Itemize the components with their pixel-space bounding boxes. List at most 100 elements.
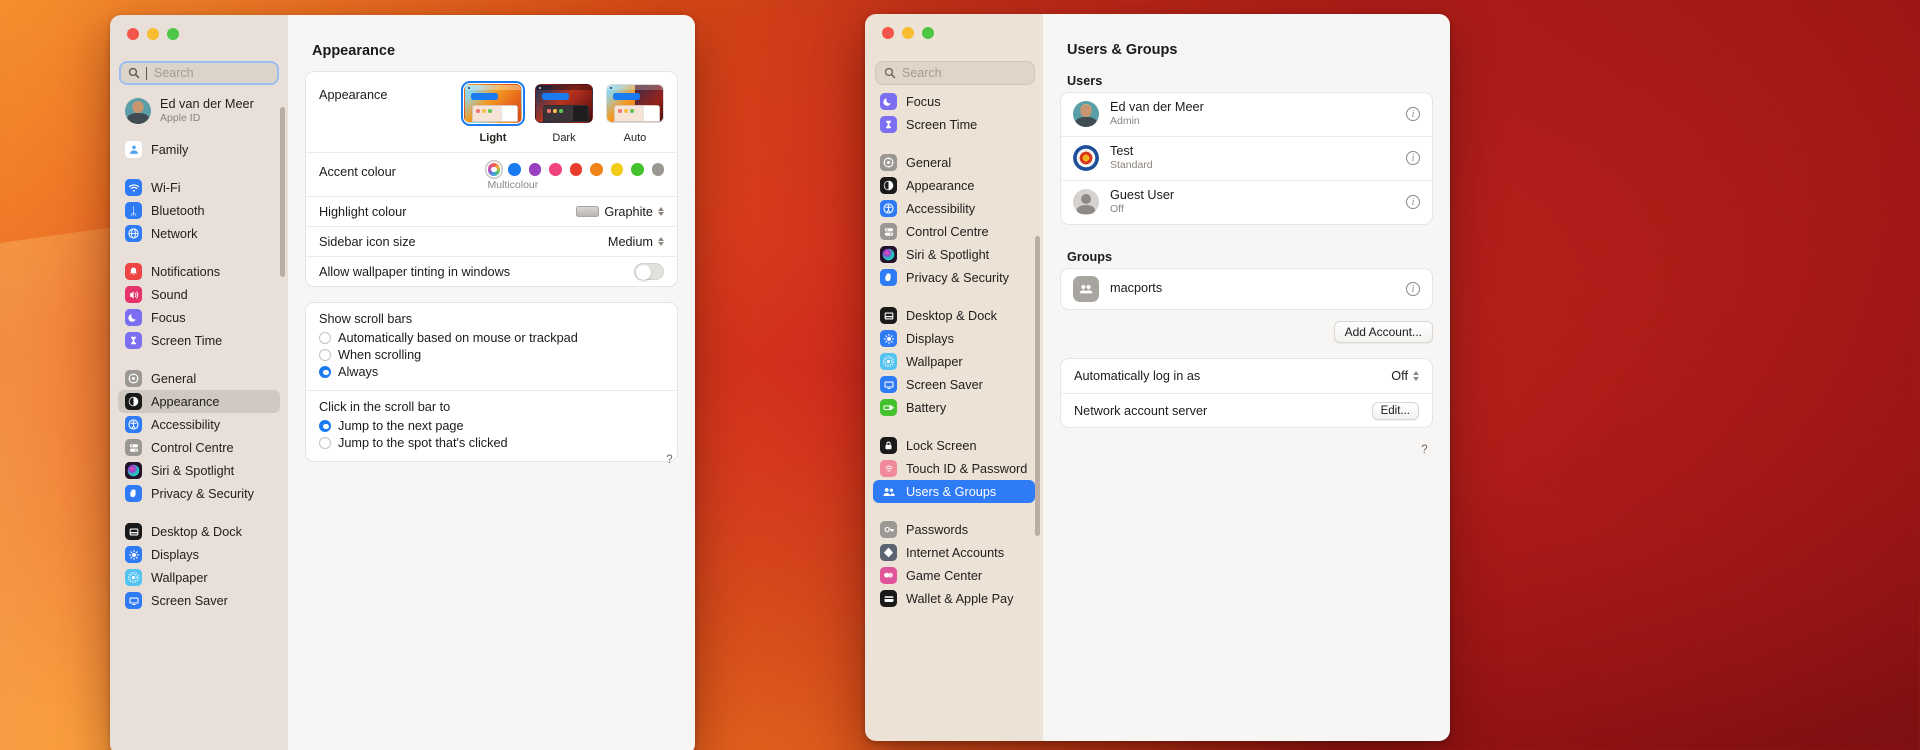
sidebar-list[interactable]: Family Wi-Fi ᛦ Bluetooth Network Notification… bbox=[110, 138, 288, 750]
accent-swatch-blue[interactable] bbox=[508, 163, 521, 176]
search-input[interactable]: Search bbox=[875, 61, 1035, 85]
accent-swatch-pink[interactable] bbox=[549, 163, 562, 176]
wallpaper-tinting-row[interactable]: Allow wallpaper tinting in windows bbox=[306, 256, 677, 286]
accent-swatch-multicolour[interactable] bbox=[487, 163, 500, 176]
accent-swatch-yellow[interactable] bbox=[610, 163, 623, 176]
sidebar-item-screen-saver[interactable]: Screen Saver bbox=[118, 589, 280, 612]
help-button[interactable]: ? bbox=[662, 452, 677, 467]
radio-button[interactable] bbox=[319, 436, 331, 449]
sidebar-item-privacy-security[interactable]: Privacy & Security bbox=[873, 266, 1035, 289]
sidebar-item-battery[interactable]: Battery bbox=[873, 396, 1035, 419]
sidebar-item-bluetooth[interactable]: ᛦ Bluetooth bbox=[118, 199, 280, 222]
users-groups-sidebar[interactable]: Search Focus Screen Time General Appearance… bbox=[865, 14, 1043, 741]
sidebar-item-network[interactable]: Network bbox=[118, 222, 280, 245]
sidebar-scrollbar[interactable] bbox=[1035, 236, 1040, 536]
edit-network-server-button[interactable]: Edit... bbox=[1371, 401, 1419, 420]
sidebar-list[interactable]: Focus Screen Time General Appearance Accessi… bbox=[865, 90, 1043, 741]
close-button[interactable] bbox=[882, 27, 894, 39]
sidebar-item-desktop-dock[interactable]: Desktop & Dock bbox=[873, 304, 1035, 327]
sidebar-item-accessibility[interactable]: Accessibility bbox=[873, 197, 1035, 220]
sidebar-item-notifications[interactable]: Notifications bbox=[118, 260, 280, 283]
radio-button[interactable] bbox=[319, 331, 331, 344]
close-button[interactable] bbox=[127, 28, 139, 40]
appearance-option-light[interactable]: Light bbox=[460, 80, 526, 144]
info-icon[interactable]: i bbox=[1406, 282, 1420, 296]
sidebar-item-general[interactable]: General bbox=[118, 367, 280, 390]
sidebar-item-focus[interactable]: Focus bbox=[118, 306, 280, 329]
highlight-colour-row[interactable]: Highlight colour Graphite bbox=[306, 196, 677, 226]
scroll-click-group[interactable]: Click in the scroll bar to Jump to the n… bbox=[306, 390, 677, 461]
sidebar-item-wallpaper[interactable]: Wallpaper bbox=[873, 350, 1035, 373]
radio-button[interactable] bbox=[319, 419, 331, 432]
sidebar-item-wallpaper[interactable]: Wallpaper bbox=[118, 566, 280, 589]
chevron-updown-icon[interactable] bbox=[658, 236, 664, 247]
info-icon[interactable]: i bbox=[1406, 151, 1420, 166]
sidebar-item-displays[interactable]: Displays bbox=[873, 327, 1035, 350]
sidebar-item-displays[interactable]: Displays bbox=[118, 543, 280, 566]
apple-id-account-item[interactable]: Ed van der Meer Apple ID bbox=[118, 95, 280, 126]
sidebar-item-appearance[interactable]: Appearance bbox=[873, 174, 1035, 197]
chevron-updown-icon[interactable] bbox=[1413, 371, 1419, 381]
chevron-updown-icon[interactable] bbox=[658, 206, 664, 217]
sidebar-item-lock-screen[interactable]: Lock Screen bbox=[873, 434, 1035, 457]
window-controls[interactable] bbox=[110, 15, 179, 40]
network-account-server-row[interactable]: Network account server Edit... bbox=[1061, 393, 1432, 427]
accent-colour-swatches[interactable] bbox=[487, 163, 664, 176]
sidebar-item-siri-spotlight[interactable]: Siri & Spotlight bbox=[118, 459, 280, 482]
sidebar-item-wallet-apple-pay[interactable]: Wallet & Apple Pay bbox=[873, 587, 1035, 610]
wallpaper-tinting-toggle[interactable] bbox=[634, 262, 664, 281]
accent-swatch-orange[interactable] bbox=[590, 163, 603, 176]
user-row[interactable]: Test Standard i bbox=[1061, 135, 1432, 180]
appearance-window[interactable]: Search Ed van der Meer Apple ID Family Wi… bbox=[110, 15, 695, 750]
show-scroll-bars-option[interactable]: Always bbox=[319, 363, 664, 380]
users-groups-window[interactable]: Search Focus Screen Time General Appearance… bbox=[865, 14, 1450, 741]
sidebar-item-family[interactable]: Family bbox=[118, 138, 280, 161]
maximise-button[interactable] bbox=[922, 27, 934, 39]
auto-thumbnail[interactable] bbox=[606, 84, 664, 123]
sidebar-icon-size-value[interactable]: Medium bbox=[608, 235, 664, 249]
appearance-option-auto[interactable]: Auto bbox=[606, 84, 664, 144]
sidebar-item-game-center[interactable]: Game Center bbox=[873, 564, 1035, 587]
add-account-button[interactable]: Add Account... bbox=[1333, 321, 1433, 343]
sidebar-item-desktop-dock[interactable]: Desktop & Dock bbox=[118, 520, 280, 543]
sidebar-item-passwords[interactable]: Passwords bbox=[873, 518, 1035, 541]
accent-swatch-purple[interactable] bbox=[528, 163, 541, 176]
accent-swatch-green[interactable] bbox=[631, 163, 644, 176]
radio-button[interactable] bbox=[319, 348, 331, 361]
highlight-colour-value[interactable]: Graphite bbox=[576, 205, 664, 219]
user-row[interactable]: Ed van der Meer Admin i bbox=[1061, 93, 1432, 136]
sidebar-item-privacy-security[interactable]: Privacy & Security bbox=[118, 482, 280, 505]
sidebar-item-touch-id-password[interactable]: Touch ID & Password bbox=[873, 457, 1035, 480]
sidebar-item-users-groups[interactable]: Users & Groups bbox=[873, 480, 1035, 503]
appearance-mode-options[interactable]: Light Dark Auto bbox=[460, 80, 664, 144]
minimise-button[interactable] bbox=[902, 27, 914, 39]
sidebar-item-screen-time[interactable]: Screen Time bbox=[873, 113, 1035, 136]
sidebar-icon-size-row[interactable]: Sidebar icon size Medium bbox=[306, 226, 677, 256]
sidebar-item-control-centre[interactable]: Control Centre bbox=[118, 436, 280, 459]
maximise-button[interactable] bbox=[167, 28, 179, 40]
sidebar-scrollbar[interactable] bbox=[280, 107, 285, 277]
scroll-click-option[interactable]: Jump to the spot that's clicked bbox=[319, 434, 664, 451]
search-input[interactable]: Search bbox=[119, 61, 279, 85]
sidebar-item-accessibility[interactable]: Accessibility bbox=[118, 413, 280, 436]
users-list[interactable]: Ed van der Meer Admin i Test Standard i Guest … bbox=[1060, 92, 1433, 225]
sidebar-item-general[interactable]: General bbox=[873, 151, 1035, 174]
user-row[interactable]: Guest User Off i bbox=[1061, 179, 1432, 224]
window-controls[interactable] bbox=[865, 14, 934, 39]
radio-button[interactable] bbox=[319, 365, 331, 378]
info-icon[interactable]: i bbox=[1406, 107, 1420, 122]
light-thumbnail[interactable] bbox=[460, 80, 526, 127]
group-row[interactable]: macports i bbox=[1061, 269, 1432, 309]
accent-swatch-graphite[interactable] bbox=[651, 163, 664, 176]
sidebar-item-sound[interactable]: Sound bbox=[118, 283, 280, 306]
scroll-click-option[interactable]: Jump to the next page bbox=[319, 417, 664, 434]
sidebar-item-screen-saver[interactable]: Screen Saver bbox=[873, 373, 1035, 396]
sidebar-item-screen-time[interactable]: Screen Time bbox=[118, 329, 280, 352]
info-icon[interactable]: i bbox=[1406, 195, 1420, 210]
accent-swatch-red[interactable] bbox=[569, 163, 582, 176]
show-scroll-bars-group[interactable]: Show scroll bars Automatically based on … bbox=[306, 303, 677, 390]
sidebar-item-focus[interactable]: Focus bbox=[873, 90, 1035, 113]
sidebar-item-siri-spotlight[interactable]: Siri & Spotlight bbox=[873, 243, 1035, 266]
sidebar-item-appearance[interactable]: Appearance bbox=[118, 390, 280, 413]
groups-list[interactable]: macports i bbox=[1060, 268, 1433, 310]
